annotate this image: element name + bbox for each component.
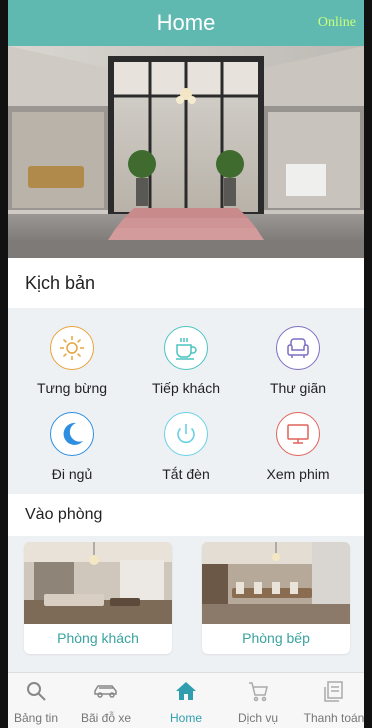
top-bar: Home Online xyxy=(8,0,364,46)
room-name: Phòng khách xyxy=(57,630,139,646)
room-card-living-room[interactable]: Phòng khách xyxy=(24,542,172,654)
scenario-tung-bung-button[interactable]: Tưng bừng xyxy=(22,326,122,396)
rooms-list: Phòng khách Phòng bếp xyxy=(8,536,364,672)
scenario-label: Tưng bừng xyxy=(36,380,108,396)
scenario-tiep-khach-button[interactable]: Tiếp khách xyxy=(136,326,236,396)
cart-icon xyxy=(222,677,294,705)
tab-thanh-toan[interactable]: Thanh toán xyxy=(298,677,364,725)
power-icon xyxy=(164,412,208,456)
scenario-section-title: Kịch bản xyxy=(25,273,96,293)
tab-label: Bảng tin xyxy=(13,711,59,725)
scenario-di-ngu-button[interactable]: Đi ngủ xyxy=(22,412,122,482)
monitor-icon xyxy=(276,412,320,456)
scenario-label: Thư giãn xyxy=(269,380,327,396)
coffee-cup-icon xyxy=(164,326,208,370)
tab-dich-vu[interactable]: Dịch vụ xyxy=(222,677,294,725)
scenario-section-header: Kịch bản xyxy=(8,258,364,308)
room-card-kitchen[interactable]: Phòng bếp xyxy=(202,542,350,654)
tab-bai-do-xe[interactable]: Bãi đỗ xe xyxy=(70,677,142,725)
room-name: Phòng bếp xyxy=(242,630,310,646)
sun-icon xyxy=(50,326,94,370)
moon-icon xyxy=(50,412,94,456)
tab-bang-tin[interactable]: Bảng tin xyxy=(8,677,72,725)
scenario-grid: Tưng bừng Tiếp khách Thư giãn Đi ngủ Tắt… xyxy=(8,308,364,494)
armchair-icon xyxy=(276,326,320,370)
scenario-label: Tiếp khách xyxy=(152,380,220,396)
tab-label: Thanh toán xyxy=(303,711,364,725)
scenario-thu-gian-button[interactable]: Thư giãn xyxy=(248,326,348,396)
receipt-icon xyxy=(298,677,364,705)
bottom-tab-bar: Bảng tin Bãi đỗ xe Home Dịch vụ Thanh to… xyxy=(8,672,364,728)
scenario-label: Xem phim xyxy=(266,466,330,482)
rooms-section-header: Vào phòng xyxy=(8,494,364,536)
kitchen-image xyxy=(202,542,350,624)
scenario-label: Đi ngủ xyxy=(51,466,93,482)
connection-status: Online xyxy=(317,15,356,30)
car-icon xyxy=(70,677,142,705)
scenario-xem-phim-button[interactable]: Xem phim xyxy=(248,412,348,482)
home-icon xyxy=(150,677,222,705)
tab-label: Dịch vụ xyxy=(237,711,278,725)
page-title: Home xyxy=(156,10,216,35)
rooms-section-title: Vào phòng xyxy=(25,506,103,523)
scenario-label: Tắt đèn xyxy=(162,466,210,482)
building-lobby-image xyxy=(8,46,364,258)
tab-label: Bãi đỗ xe xyxy=(80,711,132,725)
tab-label: Home xyxy=(169,711,202,725)
scenario-tat-den-button[interactable]: Tắt đèn xyxy=(136,412,236,482)
living-room-image xyxy=(24,542,172,624)
search-icon xyxy=(8,677,72,705)
app-screen: Home Online Kịch bản Tưng bừng Tiếp khác… xyxy=(8,0,364,728)
tab-home[interactable]: Home xyxy=(150,677,222,725)
